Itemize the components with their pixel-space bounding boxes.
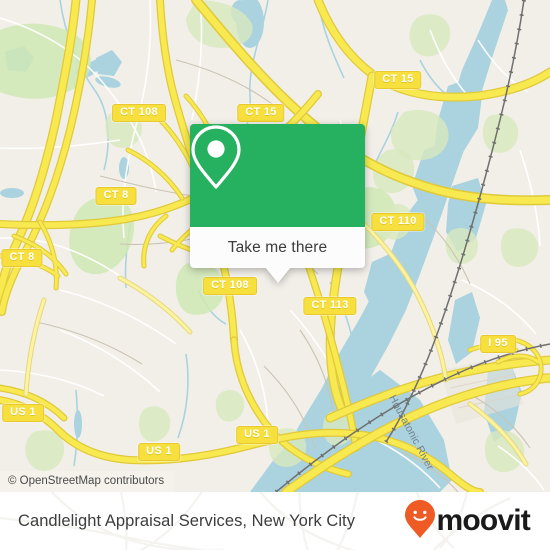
- road-shield: CT 15: [374, 71, 422, 89]
- road-shield: US 1: [138, 443, 180, 461]
- take-me-there-button[interactable]: Take me there: [190, 227, 365, 268]
- callout-image-area: [190, 124, 365, 227]
- callout-pointer: [264, 267, 291, 283]
- road-shield: CT 110: [371, 213, 425, 231]
- road-shield: CT 8: [1, 249, 43, 267]
- map-share-card: .water { fill:#aad3df; } .stream { fill:…: [0, 0, 550, 550]
- moovit-brand[interactable]: moovit: [405, 499, 531, 543]
- road-shield: CT 113: [303, 297, 357, 315]
- road-shield: CT 15: [237, 104, 285, 122]
- moovit-smiling-pin-icon: [405, 499, 436, 543]
- location-callout[interactable]: Take me there: [190, 124, 365, 283]
- road-shield: US 1: [2, 404, 44, 422]
- road-shield: US 1: [236, 426, 278, 444]
- page-title: Candlelight Appraisal Services, New York…: [18, 511, 355, 530]
- road-shield: CT 108: [112, 104, 166, 122]
- road-shield: I 95: [480, 335, 516, 353]
- moovit-wordmark: moovit: [436, 504, 530, 537]
- road-shield: CT 8: [95, 187, 137, 205]
- osm-attribution[interactable]: © OpenStreetMap contributors: [0, 471, 174, 492]
- footer-bar: Candlelight Appraisal Services, New York…: [0, 492, 550, 550]
- map-canvas[interactable]: .water { fill:#aad3df; } .stream { fill:…: [0, 0, 550, 492]
- road-shield: CT 108: [203, 277, 257, 295]
